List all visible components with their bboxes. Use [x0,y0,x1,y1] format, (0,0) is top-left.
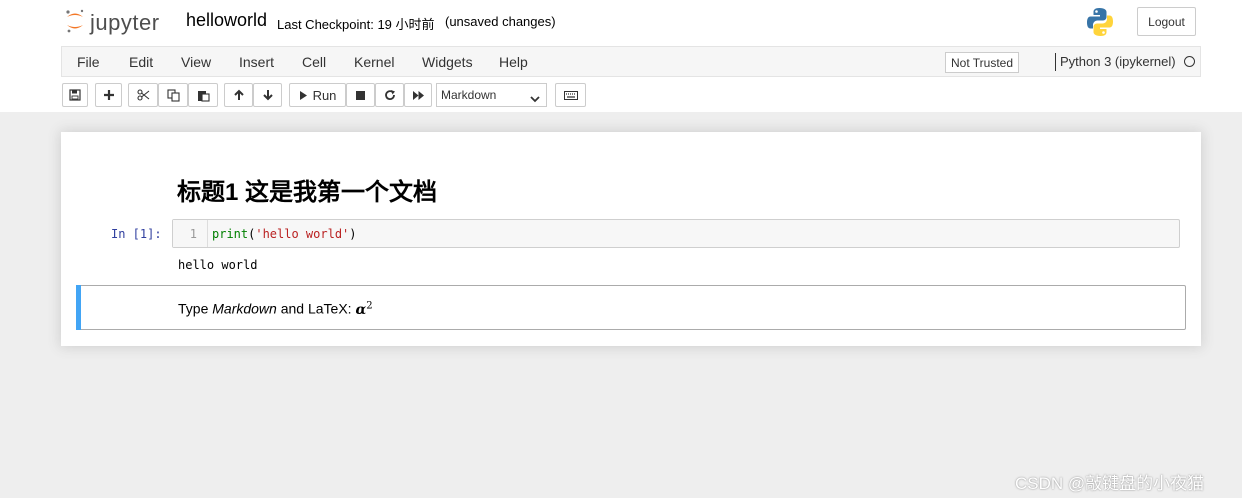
kernel-divider [1055,53,1056,71]
arrow-down-icon [262,89,274,101]
line-number-gutter: 1 [173,220,208,247]
jupyter-logo-icon [64,8,86,39]
jupyter-logo-text: jupyter [90,10,160,35]
notebook-header: jupyter helloworld Last Checkpoint: 19 小… [0,0,1242,112]
plus-icon [103,89,115,101]
logout-button[interactable]: Logout [1137,7,1196,36]
latex-symbol: α [355,301,367,318]
kernel-name[interactable]: Python 3 (ipykernel) [1060,54,1176,69]
paste-button[interactable] [188,83,218,107]
kernel-idle-icon [1184,56,1195,67]
play-icon [299,90,308,101]
menu-cell[interactable]: Cell [302,54,326,70]
latex-math: α2 [355,300,373,318]
move-up-button[interactable] [224,83,253,107]
checkpoint-status: Last Checkpoint: 19 小时前 [277,17,435,32]
menu-insert[interactable]: Insert [239,54,274,70]
menu-help[interactable]: Help [499,54,528,70]
insert-cell-button[interactable] [95,83,122,107]
move-down-button[interactable] [253,83,282,107]
notebook-name[interactable]: helloworld [186,10,267,31]
menu-widgets[interactable]: Widgets [422,54,473,70]
fast-forward-icon [412,90,425,101]
restart-kernel-button[interactable] [375,83,404,107]
latex-superscript: 2 [366,300,373,311]
scissors-icon [136,89,150,101]
line-number: 1 [189,227,197,241]
markdown-text-pre: Type [178,300,213,317]
cell-type-value: Markdown [441,88,497,102]
jupyter-logo[interactable]: jupyter [64,9,184,37]
markdown-text-mid: and LaTeX: [276,300,356,317]
markdown-cell-selected[interactable]: Type Markdown and LaTeX: α2 [76,285,1186,330]
run-label: Run [312,87,337,103]
menu-kernel[interactable]: Kernel [354,54,394,70]
markdown-emphasis: Markdown [212,300,277,317]
command-palette-button[interactable] [555,83,586,107]
selection-indicator [76,285,81,330]
cut-button[interactable] [128,83,158,107]
stop-icon [355,90,366,101]
paste-icon [197,89,210,102]
chevron-down-icon [530,92,540,106]
menubar: File Edit View Insert Cell Kernel Widget… [61,46,1201,77]
save-icon [69,89,81,101]
copy-button[interactable] [158,83,188,107]
menu-edit[interactable]: Edit [129,54,153,70]
markdown-heading[interactable]: 标题1 这是我第一个文档 [177,172,437,207]
restart-icon [384,89,396,101]
menu-file[interactable]: File [77,54,100,70]
code-cell-editor[interactable]: 1 print('hello world') [172,219,1180,248]
autosave-status: (unsaved changes) [445,14,556,29]
markdown-text: Type Markdown and LaTeX: α2 [178,300,373,318]
notebook-container: 标题1 这是我第一个文档 In [1]: 1 print('hello worl… [61,132,1201,346]
cell-type-select[interactable]: Markdown [436,83,547,107]
cell-output: hello world [178,258,258,272]
python-logo-icon [1086,7,1114,37]
code-function: print [212,227,249,241]
trust-button[interactable]: Not Trusted [945,52,1019,73]
code-string: 'hello world' [255,227,350,241]
interrupt-kernel-button[interactable] [346,83,375,107]
input-prompt: In [1]: [111,227,162,241]
arrow-up-icon [233,89,245,101]
restart-run-all-button[interactable] [404,83,432,107]
code-line: print('hello world') [212,227,357,241]
code-paren-close: ) [349,227,357,241]
run-button[interactable]: Run [289,83,346,107]
watermark: CSDN @敲键盘的小夜猫 [1015,474,1205,493]
copy-icon [166,88,180,102]
menu-view[interactable]: View [181,54,211,70]
save-button[interactable] [62,83,88,107]
keyboard-icon [563,90,578,100]
